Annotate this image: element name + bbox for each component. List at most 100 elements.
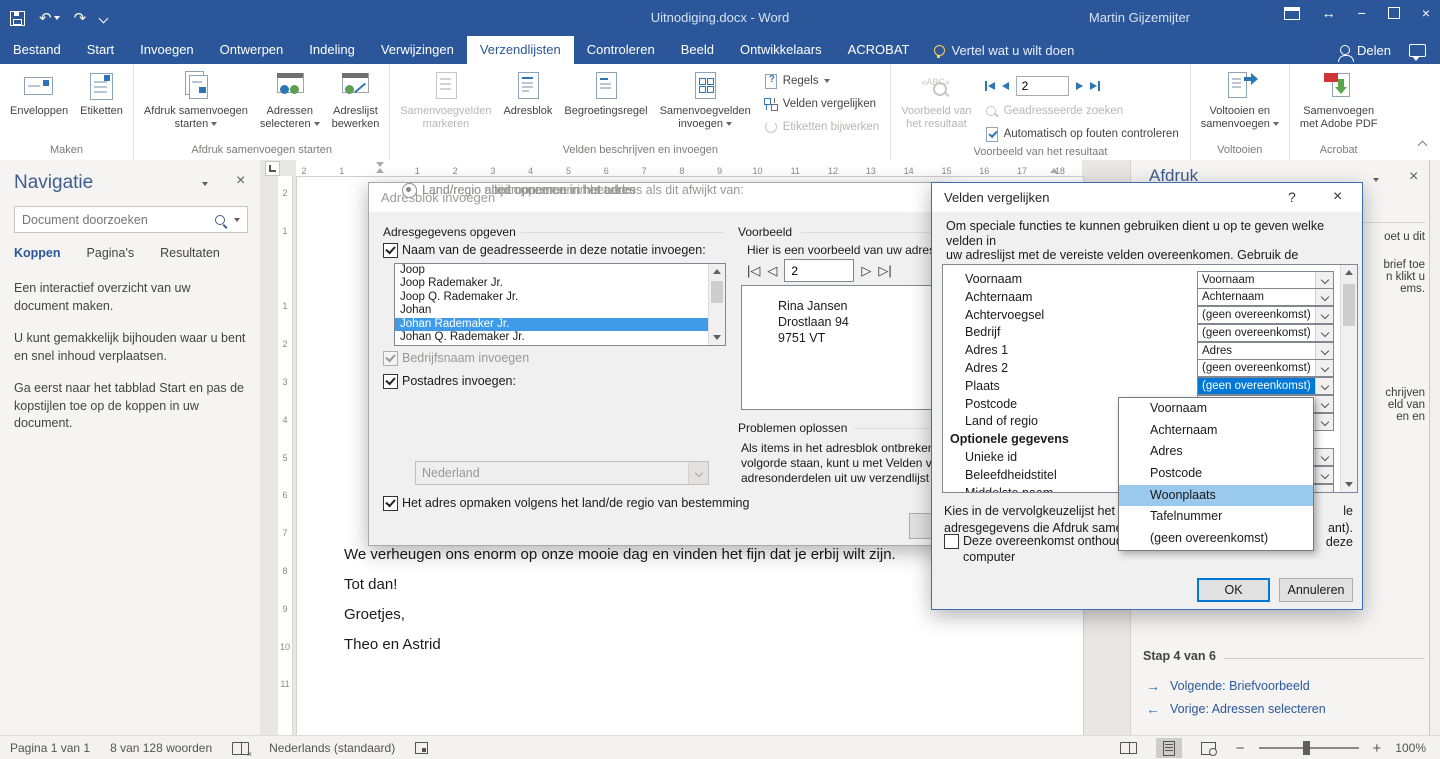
ribbon-tab[interactable]: Indeling [296,36,368,64]
scroll-up-icon[interactable] [1345,270,1353,275]
format-address-checkbox[interactable] [383,496,398,511]
chevron-down-icon[interactable] [1315,414,1333,430]
comments-icon[interactable] [1409,44,1426,57]
enveloppen-button[interactable]: Enveloppen [4,64,74,118]
name-format-listbox[interactable]: JoopJoop Rademaker Jr.Joop Q. Rademaker … [394,263,726,346]
adressen-selecteren-button[interactable]: Adressen selecteren [254,64,326,131]
macro-recording-icon[interactable] [415,742,428,754]
maximize-button[interactable] [1388,7,1400,19]
dropdown-option[interactable]: Voornaam [1119,398,1313,420]
dialog-title-bar[interactable]: Velden vergelijken ? × [932,183,1362,212]
ribbon-tab[interactable]: Ontwikkelaars [727,36,835,64]
begroetingsregel-button[interactable]: Begroetingsregel [558,64,653,118]
recipient-name-checkbox[interactable] [383,243,398,258]
velden-vergelijken-button[interactable]: Velden vergelijken [759,92,885,115]
remember-matching-checkbox[interactable] [944,534,959,549]
chevron-down-icon[interactable] [1315,396,1333,412]
chevron-down-icon[interactable] [1315,343,1333,359]
name-format-option[interactable]: Joop Rademaker Jr. [395,277,725,290]
samenvoegen-adobe-pdf-button[interactable]: Samenvoegen met Adobe PDF [1294,64,1384,131]
regels-button[interactable]: ? Regels [759,69,885,92]
page-count[interactable]: Pagina 1 van 1 [10,741,90,755]
scroll-down-icon[interactable] [713,335,721,340]
field-list-scrollbar[interactable] [1340,265,1357,492]
word-count[interactable]: 8 van 128 woorden [110,741,212,755]
resize-arrows-icon[interactable]: ↔ [1322,6,1336,20]
ribbon-tab[interactable]: Start [74,36,127,64]
wizard-next-link[interactable]: → Volgende: Briefvoorbeeld [1146,678,1310,694]
zoom-in-button[interactable]: + [1373,740,1382,757]
share-button[interactable]: Delen [1340,43,1391,58]
name-format-option[interactable]: Johan Rademaker Jr. [395,318,725,331]
first-line-indent-marker[interactable] [376,162,384,167]
dropdown-option[interactable]: Woonplaats [1119,485,1313,507]
name-format-option[interactable]: Joop Q. Rademaker Jr. [395,291,725,304]
navigation-tab[interactable]: Koppen [14,246,61,260]
task-pane-scrollbar[interactable] [1430,160,1440,735]
minimize-button[interactable]: − [1358,6,1366,20]
navigation-tab[interactable]: Resultaten [160,246,220,260]
samenvoegvelden-invoegen-button[interactable]: Samenvoegvelden invoegen [654,64,757,131]
web-layout-button[interactable] [1196,738,1222,758]
language-status[interactable]: Nederlands (standaard) [269,741,395,755]
document-line[interactable]: Groetjes, [344,606,896,636]
dropdown-option[interactable]: Achternaam [1119,420,1313,442]
navigation-pane-close-button[interactable]: × [236,172,245,190]
ribbon-display-options-icon[interactable] [1284,7,1300,20]
zoom-slider[interactable] [1259,747,1359,749]
document-line[interactable]: Tot dan! [344,576,896,606]
search-input[interactable] [15,212,215,228]
name-format-option[interactable]: Joop [395,264,725,277]
ribbon-tab[interactable]: Ontwerpen [207,36,297,64]
etiketten-button[interactable]: Etiketten [74,64,129,118]
chevron-down-icon[interactable] [1315,325,1333,341]
last-record-button[interactable] [1090,81,1100,91]
field-combobox[interactable]: Adres [1197,342,1334,360]
navigation-tab[interactable]: Pagina's [87,246,135,260]
scroll-down-icon[interactable] [1345,482,1353,487]
scrollbar-thumb[interactable] [1343,284,1355,326]
afdruk-samenvoegen-starten-button[interactable]: Afdruk samenvoegen starten [138,64,254,131]
zoom-slider-thumb[interactable] [1303,741,1310,755]
document-line[interactable]: We verheugen ons enorm op onze mooie dag… [344,546,896,576]
tell-me-box[interactable]: Vertel wat u wilt doen [922,36,1086,64]
document-line[interactable]: Theo en Astrid [344,636,896,666]
scrollbar-thumb[interactable] [711,281,723,303]
help-button[interactable]: ? [1288,189,1296,205]
chevron-down-icon[interactable] [1315,360,1333,376]
next-record-button[interactable]: ▷ [861,264,871,277]
name-format-option[interactable]: Johan Q. Rademaker Jr. [395,331,725,344]
chevron-down-icon[interactable] [234,218,240,222]
ribbon-tab[interactable]: ACROBAT [835,36,923,64]
previous-record-button[interactable] [1002,82,1009,90]
document-search-box[interactable] [14,206,248,233]
dialog-close-button[interactable]: × [1333,188,1342,206]
ribbon-tab[interactable]: Controleren [574,36,668,64]
field-combobox[interactable]: (geen overeenkomst) [1197,377,1334,395]
first-record-button[interactable] [985,81,995,91]
chevron-down-icon[interactable] [1315,485,1333,493]
chevron-down-icon[interactable] [1315,272,1333,288]
dropdown-option[interactable]: Adres [1119,441,1313,463]
record-number-input[interactable] [1016,76,1069,96]
zoom-level[interactable]: 100% [1395,741,1426,755]
close-button[interactable]: × [1422,6,1430,20]
ribbon-tab[interactable]: Invoegen [127,36,207,64]
print-layout-button[interactable] [1156,738,1182,758]
chevron-down-icon[interactable] [1315,289,1333,305]
chevron-down-icon[interactable] [1315,307,1333,323]
search-icon[interactable] [215,215,225,225]
last-record-button[interactable]: ▷| [878,264,891,277]
field-combobox[interactable]: (geen overeenkomst) [1197,306,1334,324]
ok-button[interactable]: OK [1197,578,1270,602]
field-combobox[interactable]: (geen overeenkomst) [1197,359,1334,377]
fouten-controleren-button[interactable]: Automatisch op fouten controleren [980,122,1184,145]
ribbon-tab[interactable]: Beeld [668,36,727,64]
cancel-button[interactable]: Annuleren [1279,578,1353,602]
name-format-option[interactable]: Johan [395,304,725,317]
read-mode-button[interactable] [1116,738,1142,758]
next-record-button[interactable] [1076,82,1083,90]
postal-address-checkbox[interactable] [383,374,398,389]
chevron-down-icon[interactable] [1315,449,1333,465]
first-record-button[interactable]: |◁ [747,264,760,277]
